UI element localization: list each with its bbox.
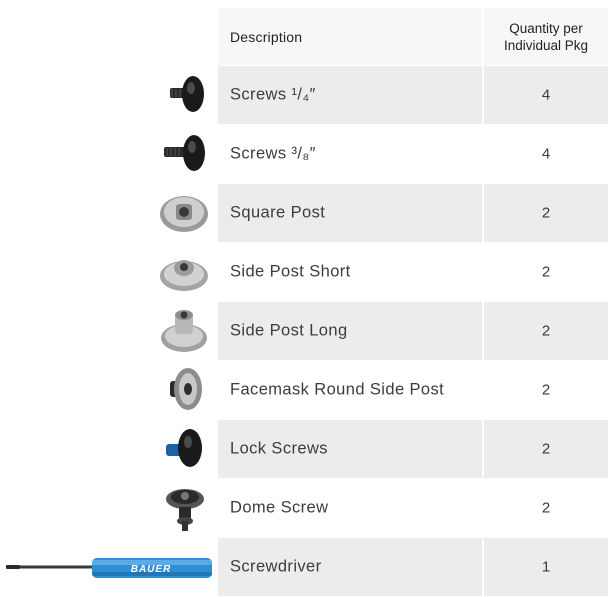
table-row: Lock Screws 2 xyxy=(0,420,608,479)
side-post-short-icon xyxy=(158,243,210,301)
table-row: Square Post 2 xyxy=(0,184,608,243)
screw-icon xyxy=(158,125,210,183)
row-description: Screwdriver xyxy=(230,557,322,576)
row-quantity: 2 xyxy=(541,322,551,340)
row-quantity: 2 xyxy=(541,263,551,281)
table-row: Dome Screw 2 xyxy=(0,479,608,538)
table-header: Description Quantity per Individual Pkg xyxy=(0,8,608,66)
row-quantity: 2 xyxy=(541,440,551,458)
row-description: Lock Screws xyxy=(230,439,328,458)
row-quantity: 2 xyxy=(541,204,551,222)
quantity-header: Quantity per Individual Pkg xyxy=(503,20,589,53)
quantity-header-cell: Quantity per Individual Pkg xyxy=(484,8,608,65)
row-description: Facemask Round Side Post xyxy=(230,380,445,399)
row-description: Square Post xyxy=(230,203,326,222)
description-header: Description xyxy=(230,28,303,45)
screw-icon xyxy=(160,66,210,124)
description-header-cell: Description xyxy=(218,8,482,65)
row-quantity: 4 xyxy=(541,86,551,104)
row-quantity: 2 xyxy=(541,499,551,517)
row-description: Side Post Short xyxy=(230,262,351,281)
table-row: Facemask Round Side Post 2 xyxy=(0,361,608,420)
row-description: Screws ³/₈″ xyxy=(230,144,316,163)
row-quantity: 2 xyxy=(541,381,551,399)
screwdriver-brand: BAUER xyxy=(131,564,172,575)
row-description: Side Post Long xyxy=(230,321,348,340)
parts-table: Description Quantity per Individual Pkg xyxy=(0,8,608,597)
facemask-round-side-post-icon xyxy=(162,361,208,419)
row-description: Screws ¹/₄″ xyxy=(230,85,316,104)
lock-screw-icon xyxy=(160,420,208,478)
side-post-long-icon xyxy=(158,302,210,360)
table-row: Side Post Short 2 xyxy=(0,243,608,302)
row-description: Dome Screw xyxy=(230,498,329,517)
square-post-icon xyxy=(158,184,210,242)
table-row: Side Post Long 2 xyxy=(0,302,608,361)
table-row: Screws ³/₈″ 4 xyxy=(0,125,608,184)
table-row: Screws ¹/₄″ 4 xyxy=(0,66,608,125)
dome-screw-icon xyxy=(162,479,208,537)
table-row: BAUER Screwdriver 1 xyxy=(0,538,608,597)
screwdriver-icon: BAUER xyxy=(6,538,214,596)
row-quantity: 1 xyxy=(541,558,551,576)
row-quantity: 4 xyxy=(541,145,551,163)
